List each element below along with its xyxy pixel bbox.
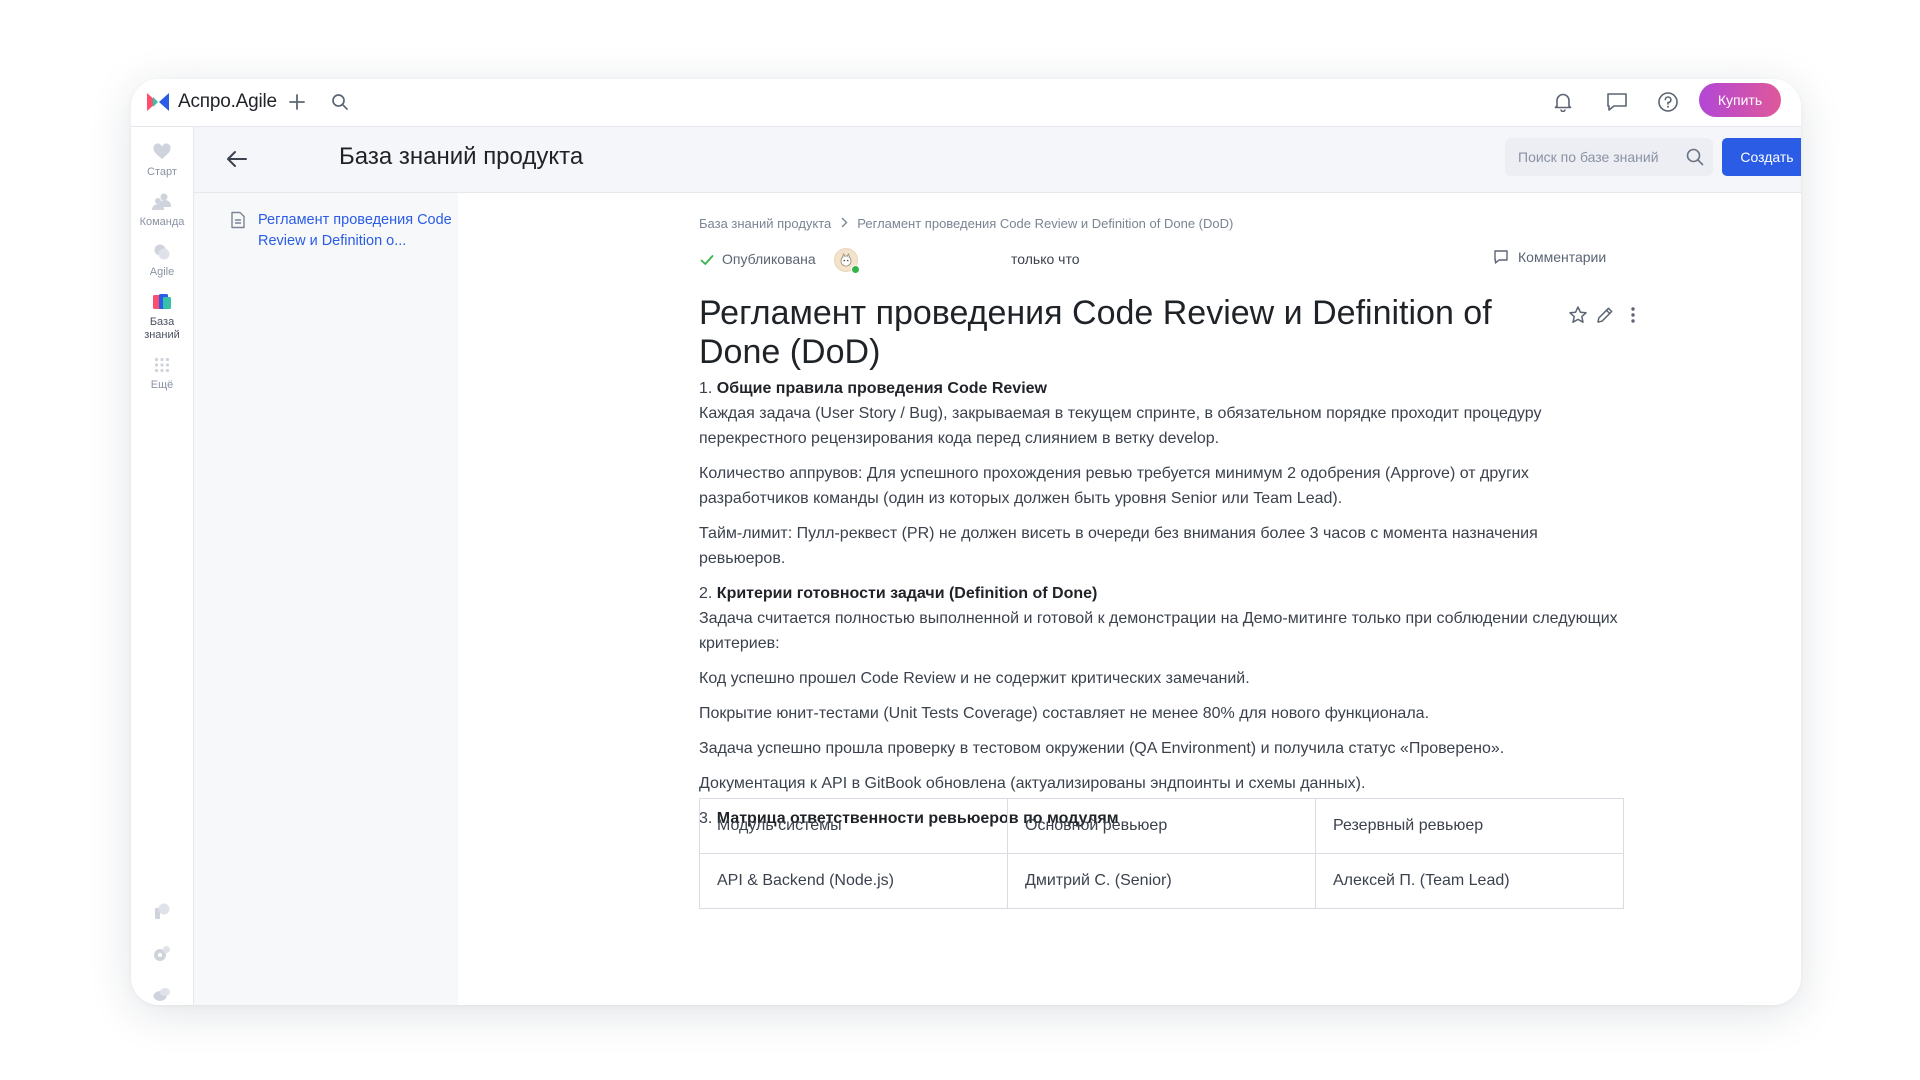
tree-item-label: Регламент проведения Code Review и Defin… — [258, 212, 452, 249]
rail-label-more: Ещё — [150, 379, 174, 391]
chevron-right-icon — [840, 216, 848, 231]
dod-criterion: Документация к API в GitBook обновлена (… — [699, 775, 1366, 792]
breadcrumb-current: Регламент проведения Code Review и Defin… — [857, 216, 1234, 231]
app-window: Аспро.Agile Купить Старт Команда Agile Б… — [131, 79, 1801, 1005]
section-1-number: 1. — [699, 380, 713, 397]
rail-label-agile: Agile — [149, 266, 175, 278]
rail-item-knowledge-base[interactable]: База знаний — [131, 291, 193, 342]
section-2-heading: Критерии готовности задачи (Definition o… — [716, 585, 1098, 602]
more-vertical-icon[interactable] — [1621, 303, 1645, 327]
table-header-cell: Модуль системы — [699, 798, 1008, 854]
knowledge-base-icon — [151, 291, 173, 313]
table-header-cell: Резервный ревьюер — [1315, 798, 1624, 854]
team-icon — [151, 191, 173, 213]
status-published[interactable]: Опубликована — [722, 251, 816, 267]
section-2: 2. Критерии готовности задачи (Definitio… — [699, 581, 1624, 656]
breadcrumb-root[interactable]: База знаний продукта — [699, 216, 831, 231]
page-header: База знаний продукта Создать — [194, 127, 1801, 193]
rail-item-team[interactable]: Команда — [131, 191, 193, 229]
online-indicator — [851, 265, 860, 274]
search-icon[interactable] — [1685, 147, 1705, 167]
comments-link[interactable]: Комментарии — [1493, 249, 1606, 265]
document-body: 1. Общие правила проведения Code Review … — [699, 376, 1624, 841]
section-1-time-limit: Тайм-лимит: Пулл-реквест (PR) не должен … — [699, 525, 1538, 567]
app-name: Аспро.Agile — [178, 91, 277, 112]
settings-gear-icon — [151, 943, 173, 965]
knowledge-tree: Регламент проведения Code Review и Defin… — [194, 193, 458, 1005]
table-header-cell: Основной ревьюер — [1007, 798, 1316, 854]
section-1: 1. Общие правила проведения Code Review … — [699, 376, 1624, 451]
grid-dots-icon — [151, 354, 173, 376]
rail-integration[interactable] — [131, 900, 193, 922]
star-icon[interactable] — [1566, 303, 1590, 327]
dod-criterion: Покрытие юнит-тестами (Unit Tests Covera… — [699, 705, 1430, 722]
integration-icon — [151, 900, 173, 922]
check-icon — [699, 252, 715, 268]
rail-label-knowledge-base-line1: База — [149, 316, 175, 328]
buy-button[interactable]: Купить — [1699, 83, 1781, 117]
add-icon[interactable] — [285, 90, 309, 114]
rail-label-knowledge-base: База знаний — [131, 316, 193, 342]
rail-settings[interactable] — [131, 943, 193, 965]
reviewer-matrix-table: Модуль системы Основной ревьюер Резервны… — [699, 798, 1624, 909]
rail-chat[interactable] — [131, 984, 193, 1005]
document-status-row: Опубликована только что Комментарии — [699, 248, 1619, 274]
document-icon — [230, 211, 246, 229]
page-title: База знаний продукта — [339, 143, 584, 170]
title-actions — [1566, 303, 1646, 327]
section-2-number: 2. — [699, 585, 713, 602]
document-title: Регламент проведения Code Review и Defin… — [699, 294, 1492, 371]
section-1-heading: Общие правила проведения Code Review — [716, 380, 1047, 397]
help-icon[interactable] — [1656, 90, 1680, 114]
bell-icon[interactable] — [1551, 90, 1575, 114]
heart-icon — [151, 141, 173, 163]
document-view: База знаний продукта Регламент проведени… — [458, 193, 1801, 1005]
table-cell: Алексей П. (Team Lead) — [1315, 853, 1624, 909]
rail-item-start[interactable]: Старт — [131, 141, 193, 179]
updated-time: только что — [1011, 251, 1080, 267]
edit-pencil-icon[interactable] — [1593, 303, 1617, 327]
table-cell: API & Backend (Node.js) — [699, 853, 1008, 909]
search-icon[interactable] — [328, 90, 352, 114]
rail-label-team: Команда — [139, 216, 185, 228]
app-logo-icon[interactable] — [145, 90, 171, 114]
create-button[interactable]: Создать — [1722, 138, 1801, 176]
comments-label: Комментарии — [1518, 249, 1607, 265]
section-1-intro: Каждая задача (User Story / Bug), закрыв… — [699, 405, 1542, 447]
dod-criterion: Задача успешно прошла проверку в тестово… — [699, 740, 1505, 757]
table-header-row: Модуль системы Основной ревьюер Резервны… — [699, 798, 1624, 854]
rail-label-start: Старт — [147, 166, 177, 178]
table-row: API & Backend (Node.js) Дмитрий С. (Seni… — [699, 853, 1624, 909]
messages-icon[interactable] — [1605, 90, 1629, 114]
chat-bubbles-icon — [151, 984, 173, 1005]
table-cell: Дмитрий С. (Senior) — [1007, 853, 1316, 909]
back-arrow-icon[interactable] — [224, 146, 250, 172]
rail-item-agile[interactable]: Agile — [131, 241, 193, 279]
knowledge-search-input[interactable] — [1505, 138, 1688, 176]
rail-label-knowledge-base-line2: знаний — [144, 329, 180, 341]
comment-icon — [1494, 250, 1508, 264]
breadcrumb: База знаний продукта Регламент проведени… — [699, 216, 1233, 231]
section-2-intro: Задача считается полностью выполненной и… — [699, 610, 1618, 652]
rail-item-more[interactable]: Ещё — [131, 354, 193, 392]
agile-icon — [151, 241, 173, 263]
dod-criterion: Код успешно прошел Code Review и не соде… — [699, 670, 1250, 687]
knowledge-search — [1505, 138, 1713, 176]
top-bar: Аспро.Agile Купить — [131, 79, 1801, 127]
left-rail: Старт Команда Agile База знаний Ещё — [131, 127, 194, 1005]
section-1-approvals: Количество аппрувов: Для успешного прохо… — [699, 465, 1529, 507]
